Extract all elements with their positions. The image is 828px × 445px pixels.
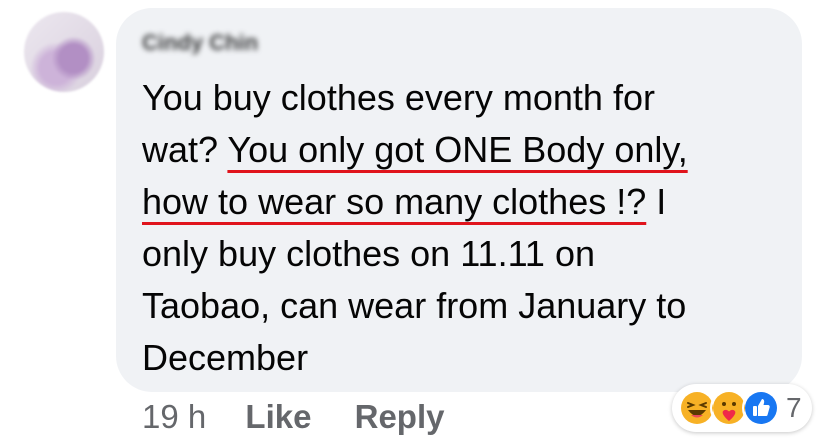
underlined-text: how to wear so many clothes !? — [142, 181, 647, 222]
reactions-summary[interactable]: 7 — [672, 384, 812, 432]
timestamp[interactable]: 19 h — [142, 398, 206, 436]
comment-text-segment: wat? — [142, 129, 228, 170]
comment-text-segment: I — [646, 181, 667, 222]
like-button[interactable]: Like — [245, 398, 311, 436]
avatar[interactable] — [24, 12, 104, 92]
reply-button[interactable]: Reply — [355, 398, 445, 436]
comment-author[interactable]: Cindy Chin — [142, 30, 328, 54]
comment-line: wat? You only got ONE Body only, — [142, 124, 782, 176]
comment-line: how to wear so many clothes !? I — [142, 176, 782, 228]
reaction-count: 7 — [786, 392, 802, 423]
underlined-text: You only got ONE Body only, — [227, 129, 688, 170]
comment-line: Taobao, can wear from January to — [142, 285, 687, 326]
comment-line: only buy clothes on 11.11 on — [142, 233, 595, 274]
like-thumb-icon — [742, 389, 780, 427]
comment-actions: 19 h Like Reply — [142, 398, 479, 436]
comment-line: December — [142, 337, 309, 378]
comment-line: You buy clothes every month for — [142, 77, 655, 118]
comment-text: You buy clothes every month for wat? You… — [142, 72, 782, 384]
